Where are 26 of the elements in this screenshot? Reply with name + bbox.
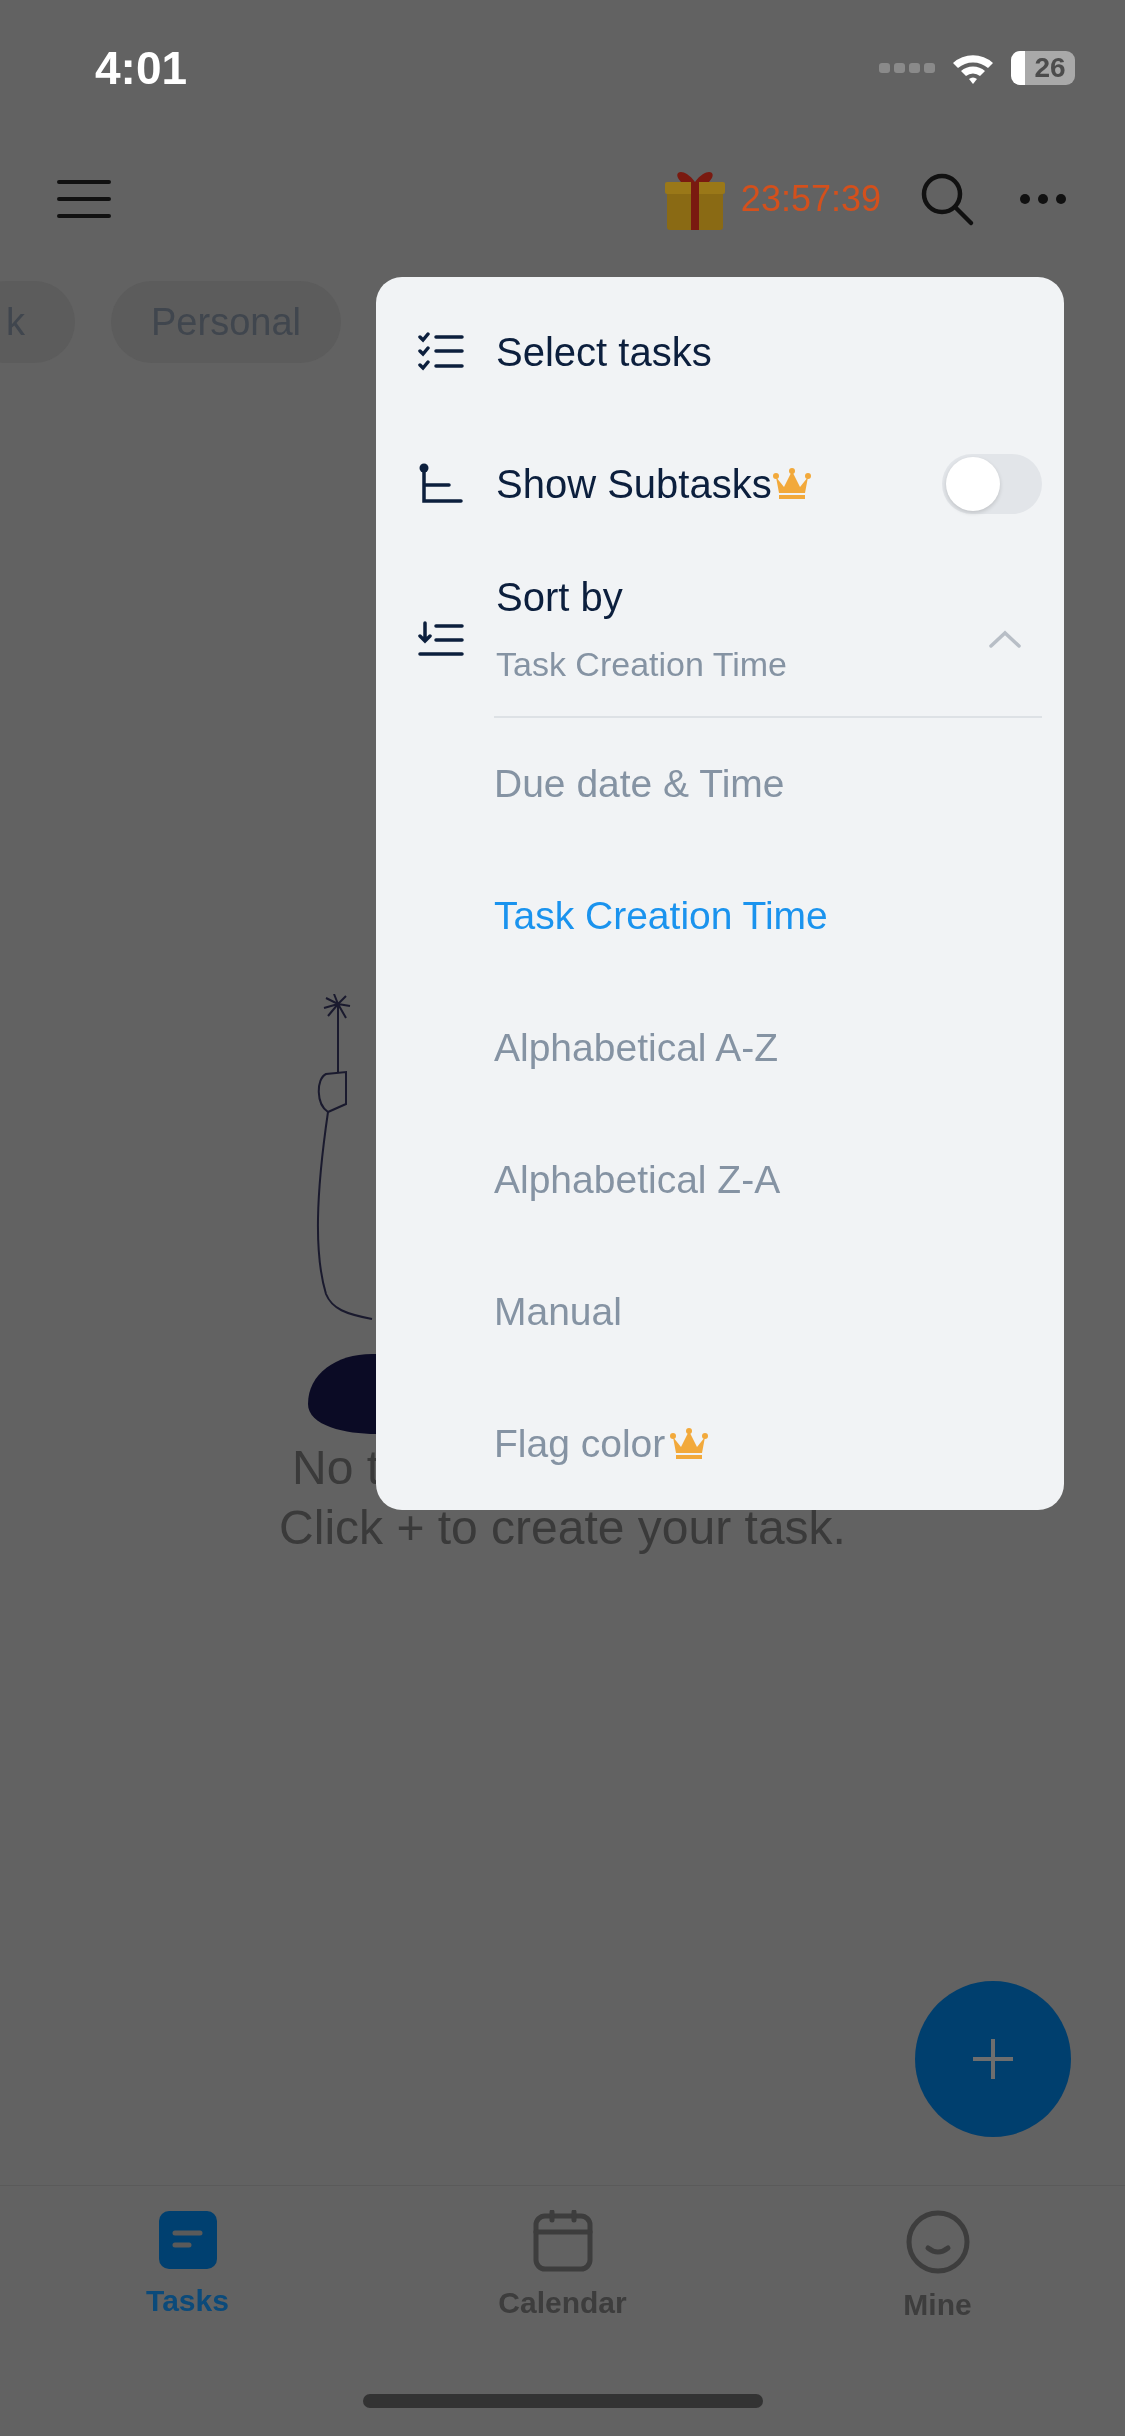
sort-icon (418, 620, 464, 657)
tab-bar-item[interactable]: Tasks (87, 2210, 288, 2322)
sort-value: Task Creation Time (496, 643, 788, 685)
menu-item-label[interactable]: Select tasks (496, 329, 712, 375)
battery-icon: 26 (1011, 51, 1075, 85)
calendar-icon (532, 2210, 593, 2272)
more-icon[interactable] (1019, 193, 1067, 205)
tasks-icon (157, 2210, 218, 2270)
menu-item-label[interactable]: Sort by (496, 561, 623, 632)
sort-option[interactable]: Manual (494, 1290, 622, 1334)
menu-item-label[interactable]: Show Subtasks (496, 461, 772, 507)
sort-option[interactable]: Alphabetical Z-A (494, 1158, 781, 1202)
countdown-timer: 23:57:39 (740, 178, 881, 220)
search-icon[interactable] (919, 171, 975, 227)
sort-option[interactable]: Due date & Time (494, 762, 785, 806)
status-time: 4:01 (95, 41, 188, 95)
signal-icon (879, 61, 935, 75)
checklist-icon (418, 332, 464, 372)
chevron-up-icon[interactable] (988, 628, 1022, 649)
sort-option[interactable]: Task Creation Time (494, 894, 828, 938)
sort-option[interactable]: Alphabetical A-Z (494, 1026, 778, 1070)
menu-icon[interactable] (57, 179, 111, 219)
plus-icon (971, 2037, 1015, 2081)
smiley-icon (905, 2210, 970, 2274)
sort-option[interactable]: Flag color (494, 1422, 666, 1466)
subtask-icon (418, 463, 464, 505)
